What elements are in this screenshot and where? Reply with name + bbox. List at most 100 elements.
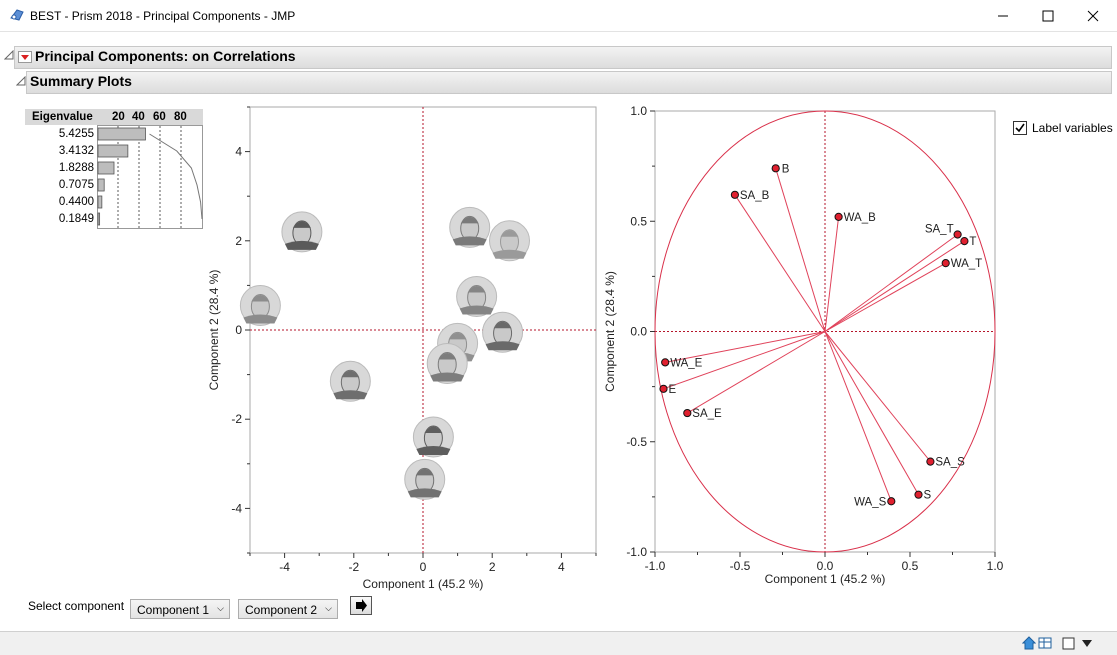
person-photo-marker <box>329 360 371 402</box>
loading-y-tick-label: 1.0 <box>630 104 647 118</box>
eigen-bar <box>97 144 129 158</box>
score-x-tick-label: -2 <box>348 560 359 574</box>
pct-tick-80: 80 <box>174 111 187 123</box>
loading-point-label: WA_S <box>854 496 886 508</box>
loading-point <box>730 190 739 199</box>
loading-point <box>661 358 670 367</box>
loading-point <box>914 490 923 499</box>
score-y-tick-label: -4 <box>231 501 242 515</box>
score-y-tick-label: -2 <box>231 412 242 426</box>
person-photo-marker <box>426 342 468 384</box>
select-component-label: Select component <box>28 599 125 613</box>
component-x-value: Component 1 <box>137 603 210 617</box>
eigenvalue-4: 0.7075 <box>58 179 94 191</box>
loading-point <box>953 230 962 239</box>
eigen-bar <box>97 212 101 226</box>
person-photo-marker <box>281 211 323 253</box>
eigenvalue-2: 3.4132 <box>58 145 94 157</box>
loading-y-tick-label: 0.5 <box>630 214 647 228</box>
jmp-app-icon <box>10 9 24 21</box>
eigenvalue-header: Eigenvalue <box>32 111 93 123</box>
eigenvalue-6: 0.1849 <box>58 213 94 225</box>
checkmark-icon <box>1015 123 1025 133</box>
component-y-select[interactable]: Component 2 ⌵ <box>238 599 338 619</box>
loading-point <box>659 384 668 393</box>
pct-tick-40: 40 <box>132 111 145 123</box>
loading-point-label: B <box>782 163 790 175</box>
loading-point-label: S <box>924 490 932 502</box>
loading-x-tick-label: 1.0 <box>987 559 1004 573</box>
loading-y-tick-label: 0.0 <box>630 325 647 339</box>
home-icon[interactable] <box>1022 636 1036 650</box>
person-photo-marker <box>456 276 498 318</box>
loading-y-tick-label: -1.0 <box>626 545 647 559</box>
loading-plot: -1.0 -0.5 0.0 0.5 1.0 1.0 0.5 0.0 -0.5 -1.0 Compon… <box>603 104 1004 586</box>
loading-point <box>683 408 692 418</box>
loading-point <box>926 457 935 466</box>
dropdown-arrow-icon[interactable] <box>1081 639 1093 648</box>
report-title: Principal Components: on Correlations <box>35 48 296 64</box>
loading-point-label: SA_S <box>935 457 965 469</box>
score-x-tick-label: -4 <box>279 560 290 574</box>
close-button[interactable] <box>1070 0 1116 31</box>
window-title: BEST - Prism 2018 - Principal Components… <box>30 9 296 23</box>
window-layout-icon[interactable] <box>1062 637 1076 650</box>
person-photo-marker <box>489 220 530 262</box>
minimize-button[interactable] <box>980 0 1026 31</box>
eigenvalue-3: 1.8288 <box>58 162 94 174</box>
loading-point <box>941 259 950 268</box>
eigenvalue-1: 5.4255 <box>58 128 94 140</box>
maximize-icon <box>1042 10 1054 21</box>
score-x-tick-label: 4 <box>558 560 565 574</box>
score-x-axis-label: Component 1 (45.2 %) <box>363 577 484 591</box>
person-photo-marker <box>404 458 446 500</box>
loading-y-axis-label: Component 2 (28.4 %) <box>603 271 617 392</box>
eigen-bar <box>97 178 105 192</box>
loading-x-tick-label: 0.5 <box>902 559 919 573</box>
loading-x-tick-label: -0.5 <box>730 559 751 573</box>
person-photo-marker <box>239 284 281 326</box>
score-y-axis-label: Component 2 (28.4 %) <box>207 270 221 391</box>
label-variables-label: Label variables <box>1032 121 1113 135</box>
eigen-bar <box>97 195 103 209</box>
pct-tick-20: 20 <box>112 111 125 123</box>
eigenvalue-bar-chart <box>97 125 203 229</box>
disclosure-triangle-icon[interactable] <box>4 50 14 60</box>
loading-point-label: SA_B <box>740 190 770 202</box>
component-y-value: Component 2 <box>245 603 318 617</box>
table-icon[interactable] <box>1038 636 1052 650</box>
apply-components-button[interactable] <box>350 596 372 615</box>
title-bar: BEST - Prism 2018 - Principal Components… <box>0 0 1117 32</box>
maximize-button[interactable] <box>1025 0 1071 31</box>
label-variables-option[interactable]: Label variables <box>1013 121 1113 135</box>
eigenvalue-header-row: Eigenvalue 20 40 60 80 <box>25 109 203 125</box>
loading-point-label: T <box>969 236 976 248</box>
loading-x-tick-label: -1.0 <box>645 559 666 573</box>
minimize-icon <box>998 15 1008 16</box>
loading-point-label: WA_T <box>951 258 983 270</box>
loading-x-tick-label: 0.0 <box>817 559 834 573</box>
arrow-right-icon <box>356 599 367 612</box>
close-icon <box>1087 10 1099 21</box>
score-y-tick-label: 4 <box>235 145 242 159</box>
chevron-down-icon: ⌵ <box>217 603 224 613</box>
eigen-bar <box>97 127 146 141</box>
label-variables-checkbox[interactable] <box>1013 121 1027 135</box>
component-x-select[interactable]: Component 1 ⌵ <box>130 599 230 619</box>
score-x-tick-label: 2 <box>489 560 496 574</box>
summary-disclosure-icon[interactable] <box>16 76 26 86</box>
loading-point-label: SA_E <box>692 408 722 420</box>
red-triangle-menu-icon[interactable] <box>18 51 32 63</box>
eigenvalue-5: 0.4400 <box>58 196 94 208</box>
loading-point <box>771 164 780 173</box>
person-photo-marker <box>449 206 491 248</box>
score-plot: -4 -2 0 2 4 4 2 0 -2 -4 Component 1 (45.2 %) Compon… <box>207 106 597 591</box>
summary-title: Summary Plots <box>30 73 132 89</box>
loading-point <box>887 497 896 506</box>
loading-point-label: WA_E <box>670 357 702 369</box>
principal-components-header: Principal Components: on Correlations <box>14 46 1112 69</box>
loading-point-label: E <box>669 384 677 396</box>
loading-x-axis-label: Component 1 (45.2 %) <box>765 572 886 586</box>
loading-point-label: WA_B <box>844 212 876 224</box>
summary-plots-header: Summary Plots <box>26 71 1112 94</box>
